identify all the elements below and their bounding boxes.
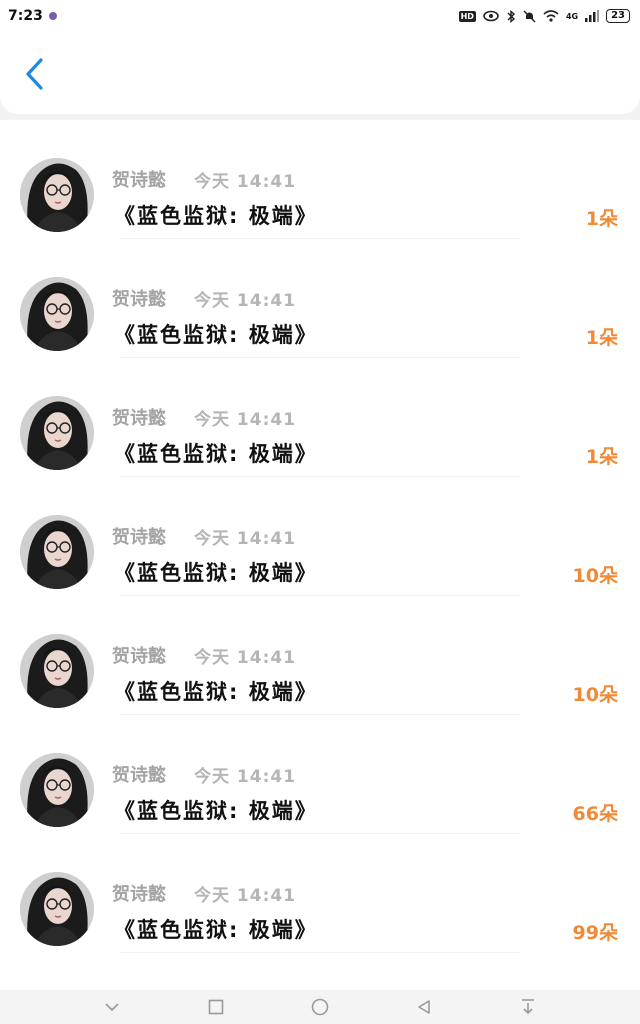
avatar-image [20,277,94,351]
back-button[interactable] [14,52,54,96]
send-time: 今天 14:41 [194,648,297,668]
status-right: HD 4G 23 [458,9,630,23]
chevron-down-icon [105,1003,119,1012]
nav-back-button[interactable] [404,992,444,1022]
hd-badge: HD [458,10,476,22]
gift-title: 《蓝色监狱: 极端》 [114,561,318,585]
triangle-back-icon [418,1000,430,1014]
circle-icon [311,998,329,1016]
bluetooth-icon [507,9,515,23]
list-item[interactable]: 贺诗懿 今天 14:41 《蓝色监狱: 极端》 1朵 [0,120,640,239]
gift-count: 1朵 [585,446,618,468]
header [0,32,640,114]
list-item[interactable]: 贺诗懿 今天 14:41 《蓝色监狱: 极端》 1朵 [0,358,640,477]
wifi-icon [543,10,559,22]
avatar[interactable] [20,753,94,827]
gift-count: 10朵 [572,684,618,706]
system-nav-bar [0,990,640,1024]
gift-title: 《蓝色监狱: 极端》 [114,918,318,942]
nav-recents-button[interactable] [196,992,236,1022]
send-time: 今天 14:41 [194,291,297,311]
notification-dot-icon [48,12,57,20]
list-item[interactable]: 贺诗懿 今天 14:41 《蓝色监狱: 极端》 10朵 [0,477,640,596]
sender-name: 贺诗懿 [112,646,166,667]
gift-count: 1朵 [585,327,618,349]
list-item[interactable]: 贺诗懿 今天 14:41 《蓝色监狱: 极端》 1朵 [0,239,640,358]
download-icon [522,999,534,1015]
status-bar: 7:23 HD 4G 23 [0,0,640,32]
avatar-image [20,634,94,708]
gift-count: 1朵 [585,208,618,230]
avatar[interactable] [20,158,94,232]
eye-icon [483,10,499,22]
network-type: 4G [565,11,579,21]
nav-download-button[interactable] [508,992,548,1022]
send-time: 今天 14:41 [194,529,297,549]
avatar-image [20,158,94,232]
send-time: 今天 14:41 [194,172,297,192]
send-time: 今天 14:41 [194,767,297,787]
gift-title: 《蓝色监狱: 极端》 [114,799,318,823]
gift-title: 《蓝色监狱: 极端》 [114,323,318,347]
battery-indicator: 23 [606,9,630,23]
gift-count: 10朵 [572,565,618,587]
avatar[interactable] [20,634,94,708]
nav-collapse-button[interactable] [92,992,132,1022]
square-icon [208,999,224,1015]
avatar-image [20,753,94,827]
gift-title: 《蓝色监狱: 极端》 [114,442,318,466]
nav-home-button[interactable] [300,992,340,1022]
avatar[interactable] [20,396,94,470]
mute-icon [523,10,536,22]
sender-name: 贺诗懿 [112,527,166,548]
avatar-image [20,872,94,946]
sender-name: 贺诗懿 [112,765,166,786]
chevron-left-icon [26,58,43,90]
send-time: 今天 14:41 [194,886,297,906]
signal-icon [585,10,600,22]
status-time: 7:23 [8,8,43,24]
gift-count: 99朵 [572,922,618,944]
avatar[interactable] [20,872,94,946]
avatar[interactable] [20,277,94,351]
avatar[interactable] [20,515,94,589]
sender-name: 贺诗懿 [112,884,166,905]
gift-title: 《蓝色监狱: 极端》 [114,680,318,704]
sender-name: 贺诗懿 [112,408,166,429]
gift-record-list: 贺诗懿 今天 14:41 《蓝色监狱: 极端》 1朵 贺诗懿 今天 14:41 … [0,120,640,990]
list-item[interactable]: 贺诗懿 今天 14:41 《蓝色监狱: 极端》 66朵 [0,715,640,834]
gift-title: 《蓝色监狱: 极端》 [114,204,318,228]
list-item[interactable]: 贺诗懿 今天 14:41 《蓝色监狱: 极端》 10朵 [0,596,640,715]
gift-count: 66朵 [572,803,618,825]
list-item[interactable]: 贺诗懿 今天 14:41 《蓝色监狱: 极端》 99朵 [0,834,640,953]
sender-name: 贺诗懿 [112,170,166,191]
status-left: 7:23 [8,8,57,24]
send-time: 今天 14:41 [194,410,297,430]
sender-name: 贺诗懿 [112,289,166,310]
avatar-image [20,396,94,470]
avatar-image [20,515,94,589]
